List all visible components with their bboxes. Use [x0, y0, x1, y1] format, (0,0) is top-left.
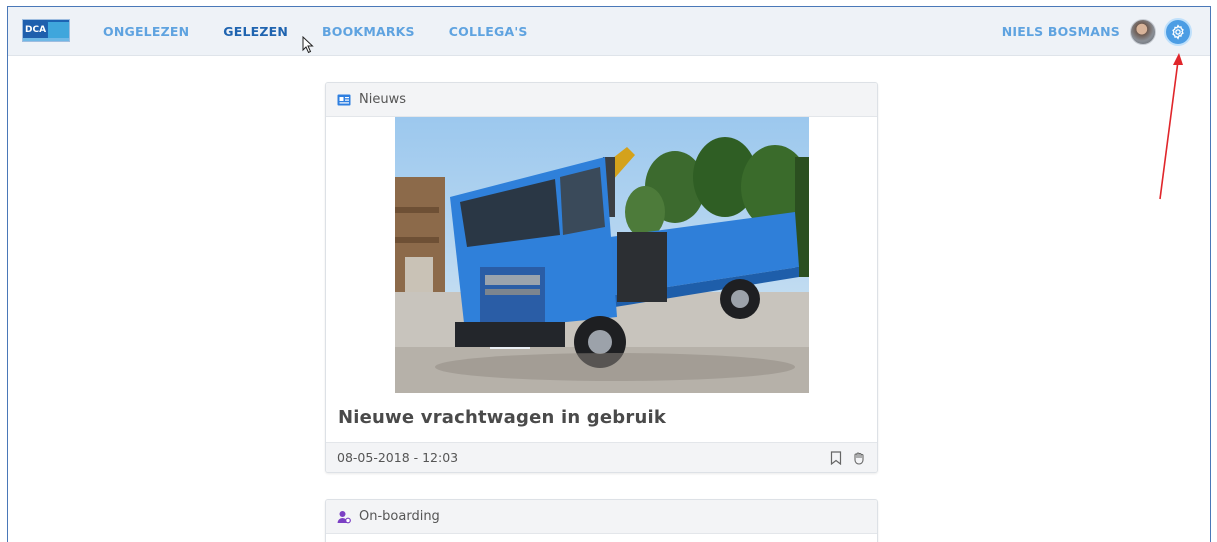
avatar[interactable]	[1130, 18, 1156, 45]
card-category: On-boarding	[359, 509, 440, 524]
card-footer: 08-05-2018 - 12:03	[326, 442, 877, 472]
user-name[interactable]: NIELS BOSMANS	[1002, 24, 1120, 39]
post-card[interactable]: On-boarding	[325, 499, 878, 542]
annotation-arrow	[1159, 53, 1183, 200]
logo-tagline-block	[48, 22, 69, 39]
nav-bookmarks[interactable]: BOOKMARKS	[322, 24, 415, 39]
bookmark-icon[interactable]	[830, 450, 842, 465]
post-actions	[830, 450, 866, 465]
gear-icon	[1172, 23, 1184, 40]
newspaper-icon	[337, 94, 351, 106]
hand-icon[interactable]	[852, 451, 866, 465]
card-category: Nieuws	[359, 92, 406, 107]
post-image[interactable]	[394, 117, 809, 393]
post-date: 08-05-2018 - 12:03	[337, 450, 459, 465]
main-nav: ONGELEZEN GELEZEN BOOKMARKS COLLEGA'S	[103, 7, 562, 56]
top-navigation-bar: DCA ONGELEZEN GELEZEN BOOKMARKS COLLEGA'…	[8, 7, 1210, 56]
truck-photo	[394, 117, 809, 393]
settings-button[interactable]	[1164, 17, 1192, 46]
user-area: NIELS BOSMANS	[1002, 7, 1192, 56]
card-header: On-boarding	[326, 500, 877, 534]
nav-ongelezen[interactable]: ONGELEZEN	[103, 24, 189, 39]
dca-logo[interactable]: DCA	[22, 19, 70, 42]
logo-stripe	[23, 38, 69, 41]
mouse-cursor	[302, 36, 314, 54]
nav-collegas[interactable]: COLLEGA'S	[449, 24, 528, 39]
post-title[interactable]: Nieuwe vrachtwagen in gebruik	[326, 393, 877, 442]
card-header: Nieuws	[326, 83, 877, 117]
app-window: DCA ONGELEZEN GELEZEN BOOKMARKS COLLEGA'…	[7, 6, 1211, 542]
post-card[interactable]: Nieuws Nieuwe vrachtwagen in gebruik 08-…	[325, 82, 878, 473]
nav-gelezen[interactable]: GELEZEN	[223, 24, 288, 39]
user-settings-icon	[337, 510, 351, 524]
